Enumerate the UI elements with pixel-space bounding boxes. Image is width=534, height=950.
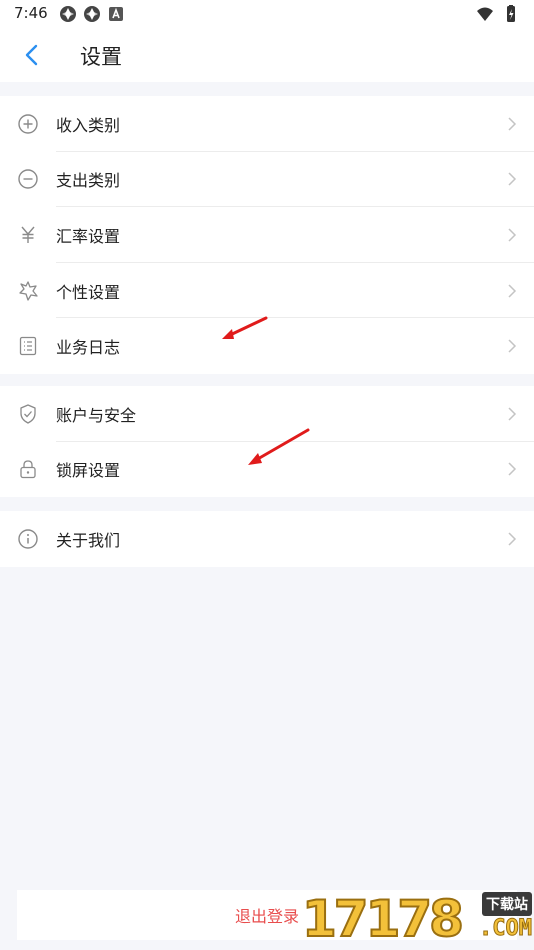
app-header: 设置 <box>0 28 534 82</box>
a-notification-icon <box>109 7 123 21</box>
lock-icon <box>20 460 36 479</box>
settings-group-about: 关于我们 <box>0 511 534 567</box>
site-watermark: 17178 下载站 .COM <box>301 888 534 950</box>
settings-item-business-log[interactable]: 业务日志 <box>0 318 534 374</box>
settings-item-personalization[interactable]: 个性设置 <box>0 263 534 319</box>
settings-item-label: 锁屏设置 <box>56 461 121 481</box>
page-title: 设置 <box>80 45 122 69</box>
yen-icon <box>21 226 35 243</box>
battery-icon <box>507 5 515 22</box>
app-notification-icon <box>60 6 76 22</box>
settings-item-label: 个性设置 <box>56 282 121 302</box>
list-document-icon <box>19 337 37 356</box>
sparkle-badge-icon <box>19 280 38 301</box>
settings-item-lock-screen[interactable]: 锁屏设置 <box>0 442 534 498</box>
watermark-suffix: .COM <box>479 916 533 942</box>
app-notification-icon <box>84 6 100 22</box>
settings-item-label: 账户与安全 <box>56 405 137 425</box>
settings-group-general: 收入类别 支出类别 汇率设置 个性设置 业务日志 <box>0 96 534 374</box>
wifi-icon <box>477 7 493 21</box>
chevron-right-icon <box>508 407 517 421</box>
chevron-right-icon <box>508 172 517 186</box>
status-system-icons <box>476 5 520 23</box>
settings-item-account-security[interactable]: 账户与安全 <box>0 386 534 442</box>
chevron-right-icon <box>508 339 517 353</box>
logout-label: 退出登录 <box>234 907 299 926</box>
settings-item-about-us[interactable]: 关于我们 <box>0 511 534 567</box>
info-circle-icon <box>18 529 38 549</box>
settings-group-security: 账户与安全 锁屏设置 <box>0 386 534 498</box>
status-notification-icons <box>59 5 125 23</box>
settings-item-label: 业务日志 <box>56 338 121 358</box>
shield-check-icon <box>20 404 36 424</box>
watermark-badge: 下载站 <box>482 892 532 916</box>
chevron-right-icon <box>508 228 517 242</box>
chevron-left-icon <box>25 44 38 66</box>
chevron-right-icon <box>508 284 517 298</box>
settings-item-label: 支出类别 <box>56 171 121 191</box>
chevron-right-icon <box>508 532 517 546</box>
chevron-right-icon <box>508 462 517 476</box>
settings-item-exchange-rate[interactable]: 汇率设置 <box>0 207 534 263</box>
status-time: 7:46 <box>14 4 48 22</box>
watermark-digits: 17178 <box>301 889 465 949</box>
status-bar: 7:46 <box>0 0 534 28</box>
settings-item-income-category[interactable]: 收入类别 <box>0 96 534 152</box>
chevron-right-icon <box>508 117 517 131</box>
settings-item-label: 收入类别 <box>56 115 121 135</box>
settings-item-expense-category[interactable]: 支出类别 <box>0 152 534 208</box>
settings-item-label: 关于我们 <box>56 530 121 550</box>
back-button[interactable] <box>14 38 50 72</box>
plus-circle-icon <box>18 114 38 134</box>
settings-item-label: 汇率设置 <box>56 226 121 246</box>
minus-circle-icon <box>18 169 38 190</box>
